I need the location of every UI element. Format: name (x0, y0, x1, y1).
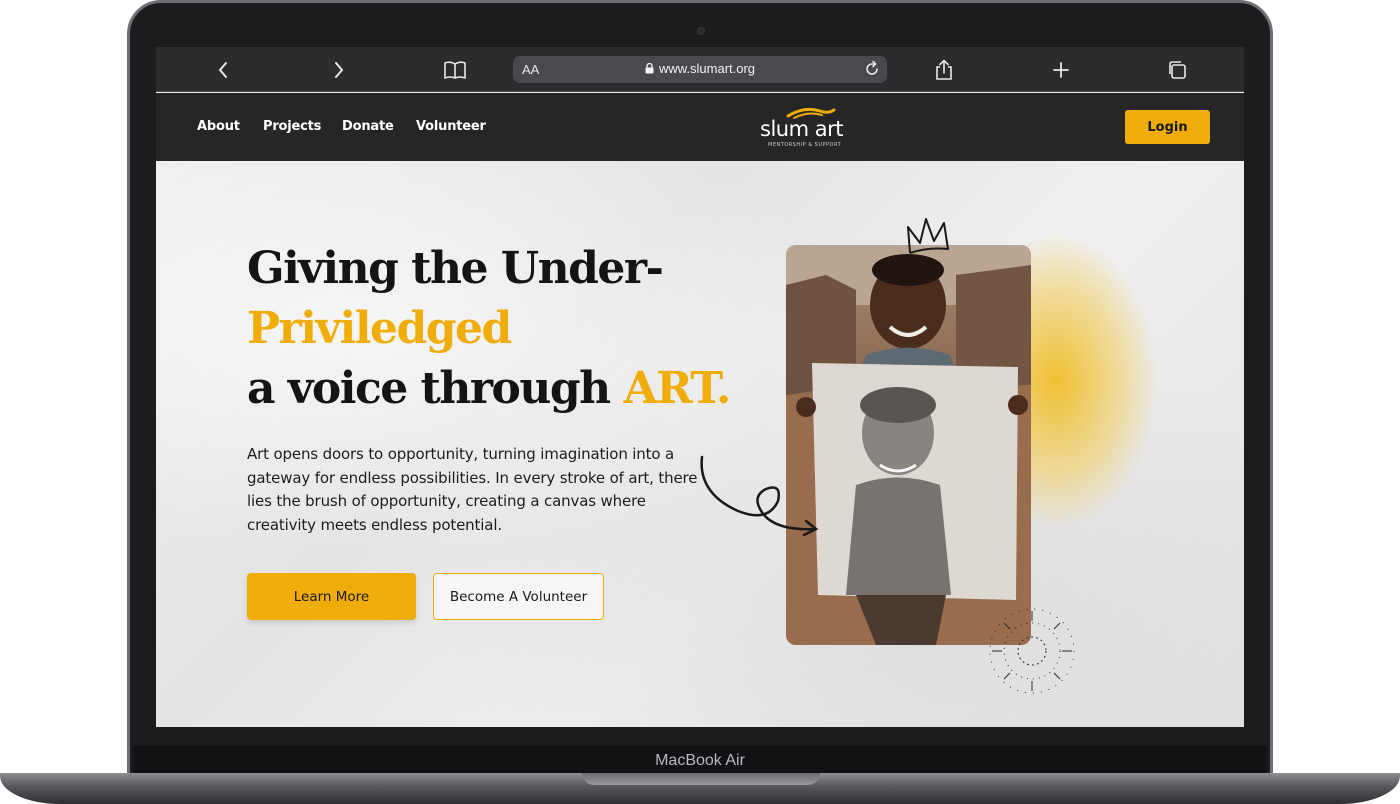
hero-photo-child-with-portrait (786, 245, 1031, 645)
headline-line-2: Priviledged (247, 303, 512, 354)
forward-icon[interactable] (326, 57, 352, 83)
become-volunteer-button[interactable]: Become A Volunteer (433, 573, 604, 620)
nav-link-donate[interactable]: Donate (342, 119, 394, 134)
hero-headline: Giving the Under- Priviledged a voice th… (247, 239, 731, 419)
logo-text: slum art (760, 117, 843, 141)
swirl-arrow-icon (700, 455, 818, 537)
lock-icon (645, 63, 654, 74)
address-bar[interactable]: AA www.slumart.org (513, 56, 887, 83)
headline-accent-art: ART. (623, 363, 731, 414)
sparkle-doodle-icon (989, 608, 1075, 694)
share-icon[interactable] (931, 57, 957, 83)
nav-link-volunteer[interactable]: Volunteer (416, 119, 486, 134)
url-text: www.slumart.org (658, 61, 756, 76)
hero-section: Giving the Under- Priviledged a voice th… (156, 161, 1244, 727)
nav-link-projects[interactable]: Projects (263, 119, 321, 134)
back-icon[interactable] (210, 57, 236, 83)
crown-doodle-icon (907, 218, 949, 254)
device-label: MacBook Air (655, 752, 745, 769)
reload-icon[interactable] (863, 60, 881, 78)
laptop-chin: MacBook Air (133, 746, 1267, 776)
camera (697, 27, 705, 35)
url-display[interactable]: www.slumart.org (513, 61, 887, 76)
headline-line-3: a voice through ART. (247, 359, 731, 419)
logo-tagline: MENTORSHIP & SUPPORT (768, 142, 842, 148)
tabs-overview-icon[interactable] (1164, 57, 1190, 83)
screen: AA www.slumart.org About Projects Donate… (156, 47, 1244, 727)
headline-line-3-text: a voice through (247, 363, 624, 414)
bookmarks-icon[interactable] (442, 57, 468, 83)
learn-more-button[interactable]: Learn More (247, 573, 416, 620)
browser-toolbar: AA www.slumart.org (156, 47, 1244, 92)
hero-description: Art opens doors to opportunity, turning … (247, 445, 698, 534)
nav-link-about[interactable]: About (197, 119, 240, 134)
site-logo[interactable]: slum art MENTORSHIP & SUPPORT (754, 107, 854, 149)
laptop-hinge-notch (582, 773, 820, 785)
login-button[interactable]: Login (1125, 110, 1210, 144)
site-navbar: About Projects Donate Volunteer slum art… (156, 93, 1244, 161)
new-tab-icon[interactable] (1048, 57, 1074, 83)
headline-line-1: Giving the Under- (247, 243, 664, 294)
